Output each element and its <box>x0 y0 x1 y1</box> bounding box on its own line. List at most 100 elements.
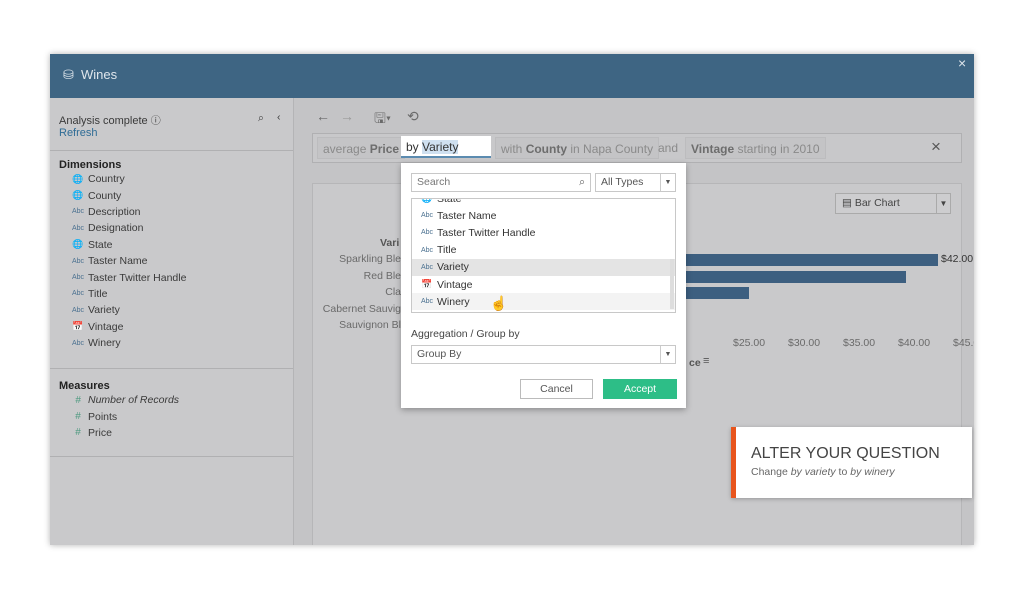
field-item[interactable]: 🌐 Country <box>50 171 293 187</box>
field-label: Country <box>88 173 125 186</box>
field-item[interactable]: Abc Taster Twitter Handle <box>412 224 675 241</box>
database-icon: ⛁ <box>63 67 74 82</box>
abc-icon: Abc <box>71 290 85 298</box>
close-icon[interactable]: × <box>958 55 966 71</box>
query-chip-county[interactable]: with County in Napa County <box>495 137 660 159</box>
aggregation-select[interactable]: Group By ▼ <box>411 345 676 364</box>
forward-icon[interactable]: → <box>340 108 354 124</box>
abc-icon: Abc <box>71 257 85 265</box>
search-icon[interactable]: ⌕ <box>258 112 264 125</box>
field-label: Variety <box>88 304 120 317</box>
field-item[interactable]: Abc Designation <box>50 220 293 236</box>
field-item[interactable]: Abc Taster Name <box>412 207 675 224</box>
cancel-button[interactable]: Cancel <box>520 379 593 399</box>
category-label: Sparkling Ble <box>339 253 401 265</box>
field-item[interactable]: # Price <box>50 425 293 441</box>
x-tick-label: $25.00 <box>733 337 766 349</box>
reset-icon[interactable]: ⟲ <box>407 108 419 125</box>
query-and: and <box>658 141 679 155</box>
bar-chart-icon: ▤ <box>842 197 852 209</box>
abc-icon: Abc <box>71 339 85 347</box>
x-tick-label: $40.00 <box>898 337 931 349</box>
field-label: Title <box>437 244 457 257</box>
window-title: Wines <box>81 67 118 82</box>
field-item[interactable]: 📅 Vintage <box>50 319 293 335</box>
abc-icon: Abc <box>420 246 434 254</box>
calendar-icon: 📅 <box>72 321 84 332</box>
field-item[interactable]: Abc Variety <box>412 258 675 276</box>
field-item[interactable]: Abc Title <box>50 286 293 302</box>
field-item[interactable]: # Number of Records <box>50 392 293 408</box>
abc-icon: Abc <box>420 298 434 306</box>
field-label: Vintage <box>437 278 473 291</box>
field-label: Vintage <box>88 320 124 333</box>
field-label: State <box>437 198 462 205</box>
field-label: State <box>88 238 113 251</box>
globe-icon: 🌐 <box>72 173 84 184</box>
field-label: County <box>88 189 122 202</box>
field-item[interactable]: # Points <box>50 408 293 424</box>
field-item[interactable]: Abc Variety <box>50 302 293 318</box>
field-item[interactable]: 🌐 County <box>50 187 293 203</box>
accept-button[interactable]: Accept <box>603 379 677 399</box>
title-bar: ⛁ Wines × <box>50 54 974 98</box>
clear-query-icon[interactable]: × <box>931 137 941 157</box>
field-item[interactable]: 📅 Vintage <box>412 276 675 293</box>
abc-icon: Abc <box>71 208 85 216</box>
field-item[interactable]: 🌐 State <box>412 198 675 207</box>
refresh-link[interactable]: Refresh <box>59 127 284 139</box>
hand-cursor-icon: ☝ <box>490 295 508 311</box>
abc-icon: Abc <box>71 224 85 232</box>
field-label: Title <box>88 287 108 300</box>
abc-icon: Abc <box>420 212 434 220</box>
aggregation-label: Aggregation / Group by <box>411 328 520 340</box>
field-label: Designation <box>88 222 144 235</box>
sort-icon[interactable]: ≡ <box>703 355 709 367</box>
query-bar: average Price by Variety with County in … <box>312 133 962 163</box>
category-label: Cabernet Sauvig <box>322 302 401 315</box>
tutorial-callout: ALTER YOUR QUESTION Change by variety to… <box>731 427 972 498</box>
globe-icon: 🌐 <box>72 239 84 250</box>
abc-icon: Abc <box>71 306 85 314</box>
data-label: $42.00 <box>941 253 974 265</box>
globe-icon: 🌐 <box>72 190 84 201</box>
info-icon[interactable]: ⓘ <box>151 116 161 127</box>
field-item[interactable]: Abc Title <box>412 242 675 259</box>
chart-type-select[interactable]: ▤ Bar Chart ▼ <box>835 193 951 214</box>
field-item[interactable]: Abc Winery <box>412 293 675 311</box>
field-picker-popup: Search ⌕ All Types ▼ 🌐 State Abc Taster Name A… <box>401 163 686 408</box>
category-label: Cla <box>385 286 401 298</box>
field-label: Taster Name <box>88 255 148 268</box>
axis-header: Vari <box>380 237 400 249</box>
back-icon[interactable]: ← <box>316 108 330 124</box>
axis-title: ce <box>689 357 701 369</box>
collapse-chevron-icon[interactable]: ‹ <box>277 111 281 123</box>
query-chip-vintage[interactable]: Vintage starting in 2010 <box>685 137 826 159</box>
x-tick-label: $45.00 <box>953 337 974 349</box>
query-chip-variety[interactable]: by Variety <box>401 136 491 158</box>
field-label: Number of Records <box>88 394 180 407</box>
field-item[interactable]: 🌐 State <box>50 237 293 253</box>
scrollbar[interactable] <box>670 259 674 309</box>
query-chip-price[interactable]: average Price <box>317 137 406 159</box>
hash-icon: # <box>75 427 81 439</box>
search-input[interactable]: Search ⌕ <box>411 173 591 192</box>
abc-icon: Abc <box>420 263 434 271</box>
abc-icon: Abc <box>71 274 85 282</box>
field-item[interactable]: Abc Winery <box>50 335 293 351</box>
measures-heading: Measures <box>59 380 110 392</box>
category-label: Red Ble <box>363 269 401 282</box>
calendar-icon: 📅 <box>421 279 433 290</box>
field-label: Taster Twitter Handle <box>88 271 187 284</box>
field-label: Winery <box>437 295 470 308</box>
field-label: Winery <box>88 337 121 350</box>
field-label: Points <box>88 410 118 423</box>
field-item[interactable]: Abc Description <box>50 204 293 220</box>
globe-icon: 🌐 <box>421 198 433 204</box>
type-filter-select[interactable]: All Types ▼ <box>595 173 676 192</box>
field-item[interactable]: Abc Taster Name <box>50 253 293 269</box>
save-icon[interactable]: 🖫▾ <box>374 108 391 132</box>
field-label: Taster Name <box>437 209 497 222</box>
field-item[interactable]: Abc Taster Twitter Handle <box>50 269 293 285</box>
hash-icon: # <box>75 411 81 423</box>
